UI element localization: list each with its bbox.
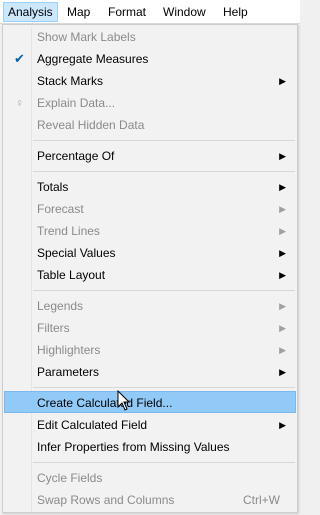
menu-item-label: Table Layout	[37, 268, 106, 282]
menu-item-filters[interactable]: Filters ▶	[4, 317, 296, 339]
menu-separator	[33, 140, 295, 141]
menu-map[interactable]: Map	[63, 2, 94, 22]
checkmark-icon: ✔	[14, 51, 25, 66]
submenu-arrow-icon: ▶	[279, 420, 286, 430]
menu-item-cycle-fields[interactable]: Cycle Fields	[4, 467, 296, 489]
menu-item-table-layout[interactable]: Table Layout ▶	[4, 264, 296, 286]
menu-item-aggregate-measures[interactable]: ✔ Aggregate Measures	[4, 48, 296, 70]
menu-item-special-values[interactable]: Special Values ▶	[4, 242, 296, 264]
menu-item-infer-properties[interactable]: Infer Properties from Missing Values	[4, 436, 296, 458]
submenu-arrow-icon: ▶	[279, 248, 286, 258]
submenu-arrow-icon: ▶	[279, 204, 286, 214]
menu-item-label: Parameters	[37, 365, 100, 379]
menu-item-create-calculated-field[interactable]: Create Calculated Field...	[4, 391, 296, 413]
menu-item-label: Aggregate Measures	[37, 52, 149, 66]
menu-separator	[33, 171, 295, 172]
menu-item-label: Create Calculated Field...	[37, 396, 173, 410]
menu-help[interactable]: Help	[219, 2, 252, 22]
mouse-pointer-icon	[117, 390, 131, 411]
menu-item-label: Explain Data...	[37, 96, 116, 110]
menu-item-edit-calculated-field[interactable]: Edit Calculated Field ▶	[4, 414, 296, 436]
menu-item-label: Show Mark Labels	[37, 30, 136, 44]
menu-item-label: Filters	[37, 321, 70, 335]
menu-item-highlighters[interactable]: Highlighters ▶	[4, 339, 296, 361]
menu-map-label: Map	[67, 5, 91, 19]
menu-analysis[interactable]: Analysis	[3, 2, 58, 22]
submenu-arrow-icon: ▶	[279, 182, 286, 192]
analysis-dropdown-menu: Show Mark Labels ✔ Aggregate Measures St…	[2, 24, 298, 513]
menu-item-totals[interactable]: Totals ▶	[4, 176, 296, 198]
menu-item-label: Swap Rows and Columns	[37, 493, 175, 507]
menu-help-label: Help	[223, 5, 248, 19]
menu-format-label: Format	[108, 5, 147, 19]
menu-item-trend-lines[interactable]: Trend Lines ▶	[4, 220, 296, 242]
menu-window-label: Window	[163, 5, 206, 19]
menu-item-label: Highlighters	[37, 343, 101, 357]
menu-item-label: Special Values	[37, 246, 116, 260]
menu-analysis-label: Analysis	[8, 5, 53, 19]
menu-format[interactable]: Format	[104, 2, 150, 22]
menu-item-stack-marks[interactable]: Stack Marks ▶	[4, 70, 296, 92]
menu-item-label: Trend Lines	[37, 224, 100, 238]
menu-item-shortcut: Ctrl+W	[243, 493, 280, 507]
menu-item-label: Legends	[37, 299, 84, 313]
menu-item-label: Reveal Hidden Data	[37, 118, 145, 132]
menu-separator	[33, 290, 295, 291]
menu-item-reveal-hidden-data[interactable]: Reveal Hidden Data	[4, 114, 296, 136]
menu-bar: Analysis Map Format Window Help	[0, 0, 300, 24]
submenu-arrow-icon: ▶	[279, 323, 286, 333]
menu-item-forecast[interactable]: Forecast ▶	[4, 198, 296, 220]
menu-item-label: Cycle Fields	[37, 471, 103, 485]
menu-item-label: Totals	[37, 180, 69, 194]
submenu-arrow-icon: ▶	[279, 301, 286, 311]
submenu-arrow-icon: ▶	[279, 226, 286, 236]
menu-item-explain-data[interactable]: ♀ Explain Data...	[4, 92, 296, 114]
menu-item-label: Percentage Of	[37, 149, 115, 163]
menu-item-show-mark-labels[interactable]: Show Mark Labels	[4, 26, 296, 48]
menu-window[interactable]: Window	[159, 2, 210, 22]
menu-item-swap-rows-columns[interactable]: Swap Rows and Columns Ctrl+W	[4, 489, 296, 511]
menu-item-label: Stack Marks	[37, 74, 104, 88]
menu-separator	[33, 387, 295, 388]
menu-item-label: Infer Properties from Missing Values	[37, 440, 230, 454]
menu-item-label: Edit Calculated Field	[37, 418, 148, 432]
submenu-arrow-icon: ▶	[279, 270, 286, 280]
menu-separator	[33, 462, 295, 463]
submenu-arrow-icon: ▶	[279, 345, 286, 355]
submenu-arrow-icon: ▶	[279, 367, 286, 377]
menu-item-percentage-of[interactable]: Percentage Of ▶	[4, 145, 296, 167]
menu-item-parameters[interactable]: Parameters ▶	[4, 361, 296, 383]
menu-item-label: Forecast	[37, 202, 84, 216]
menu-item-legends[interactable]: Legends ▶	[4, 295, 296, 317]
lightbulb-icon: ♀	[15, 96, 24, 110]
submenu-arrow-icon: ▶	[279, 76, 286, 86]
submenu-arrow-icon: ▶	[279, 151, 286, 161]
